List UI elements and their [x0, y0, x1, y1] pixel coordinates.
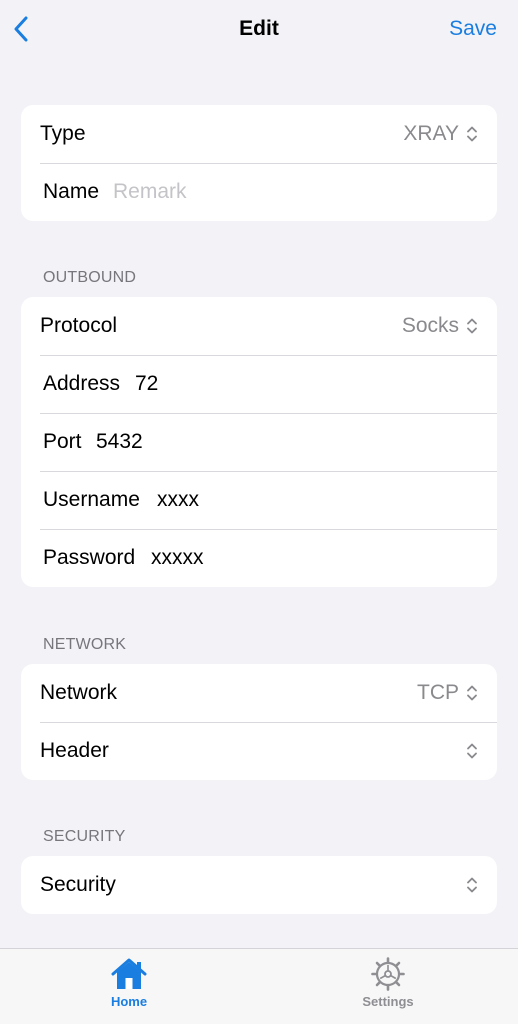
- security-row[interactable]: Security: [21, 856, 497, 914]
- type-label: Type: [40, 122, 86, 145]
- security-card: Security: [21, 856, 497, 914]
- chevron-up-down-icon: [467, 877, 477, 893]
- network-value: TCP: [417, 681, 459, 704]
- chevron-up-down-icon: [467, 318, 477, 334]
- header-picker[interactable]: [459, 742, 478, 760]
- security-section-header: SECURITY: [43, 828, 126, 845]
- username-row: Username: [21, 471, 497, 529]
- outbound-section-header: OUTBOUND: [43, 269, 137, 286]
- header-row[interactable]: Header: [21, 722, 497, 780]
- network-picker[interactable]: TCP: [417, 681, 478, 705]
- type-row[interactable]: Type XRAY: [21, 105, 497, 163]
- network-label: Network: [40, 681, 118, 704]
- protocol-value: Socks: [401, 314, 459, 337]
- name-label: Name: [43, 180, 100, 203]
- security-picker[interactable]: [459, 876, 478, 894]
- port-row: Port: [21, 413, 497, 471]
- type-value: XRAY: [403, 122, 459, 145]
- port-input[interactable]: [96, 430, 396, 454]
- tab-bar: Home Settings: [0, 948, 518, 1024]
- password-row: Password: [21, 529, 497, 587]
- network-card: Network TCP Header: [21, 664, 497, 780]
- navigation-bar: Edit Save: [0, 0, 518, 60]
- address-input[interactable]: [135, 372, 435, 396]
- gear-icon: [371, 957, 405, 991]
- security-label: Security: [40, 873, 116, 896]
- chevron-up-down-icon: [467, 685, 477, 701]
- chevron-up-down-icon: [467, 743, 477, 759]
- chevron-up-down-icon: [467, 126, 477, 142]
- address-row: Address: [21, 355, 497, 413]
- general-card: Type XRAY Name: [21, 105, 497, 221]
- protocol-picker[interactable]: Socks: [402, 314, 478, 338]
- port-label: Port: [43, 430, 82, 453]
- type-picker[interactable]: XRAY: [403, 122, 478, 146]
- page-title: Edit: [239, 17, 279, 40]
- header-label: Header: [40, 739, 109, 762]
- house-icon: [111, 958, 147, 989]
- outbound-card: Protocol Socks Address Port Username Pas…: [21, 297, 497, 587]
- tab-home[interactable]: Home: [84, 957, 174, 1009]
- save-button[interactable]: Save: [449, 17, 497, 41]
- password-label: Password: [43, 546, 136, 569]
- protocol-row[interactable]: Protocol Socks: [21, 297, 497, 355]
- network-row[interactable]: Network TCP: [21, 664, 497, 722]
- username-input[interactable]: [157, 488, 457, 512]
- protocol-label: Protocol: [40, 314, 118, 337]
- name-row: Name: [21, 163, 497, 221]
- name-input[interactable]: [113, 180, 413, 204]
- network-section-header: NETWORK: [43, 636, 127, 653]
- tab-settings[interactable]: Settings: [343, 957, 433, 1009]
- username-label: Username: [43, 488, 140, 511]
- tab-settings-label: Settings: [362, 994, 414, 1009]
- tab-home-label: Home: [110, 994, 148, 1009]
- password-input[interactable]: [151, 546, 451, 570]
- address-label: Address: [43, 372, 121, 395]
